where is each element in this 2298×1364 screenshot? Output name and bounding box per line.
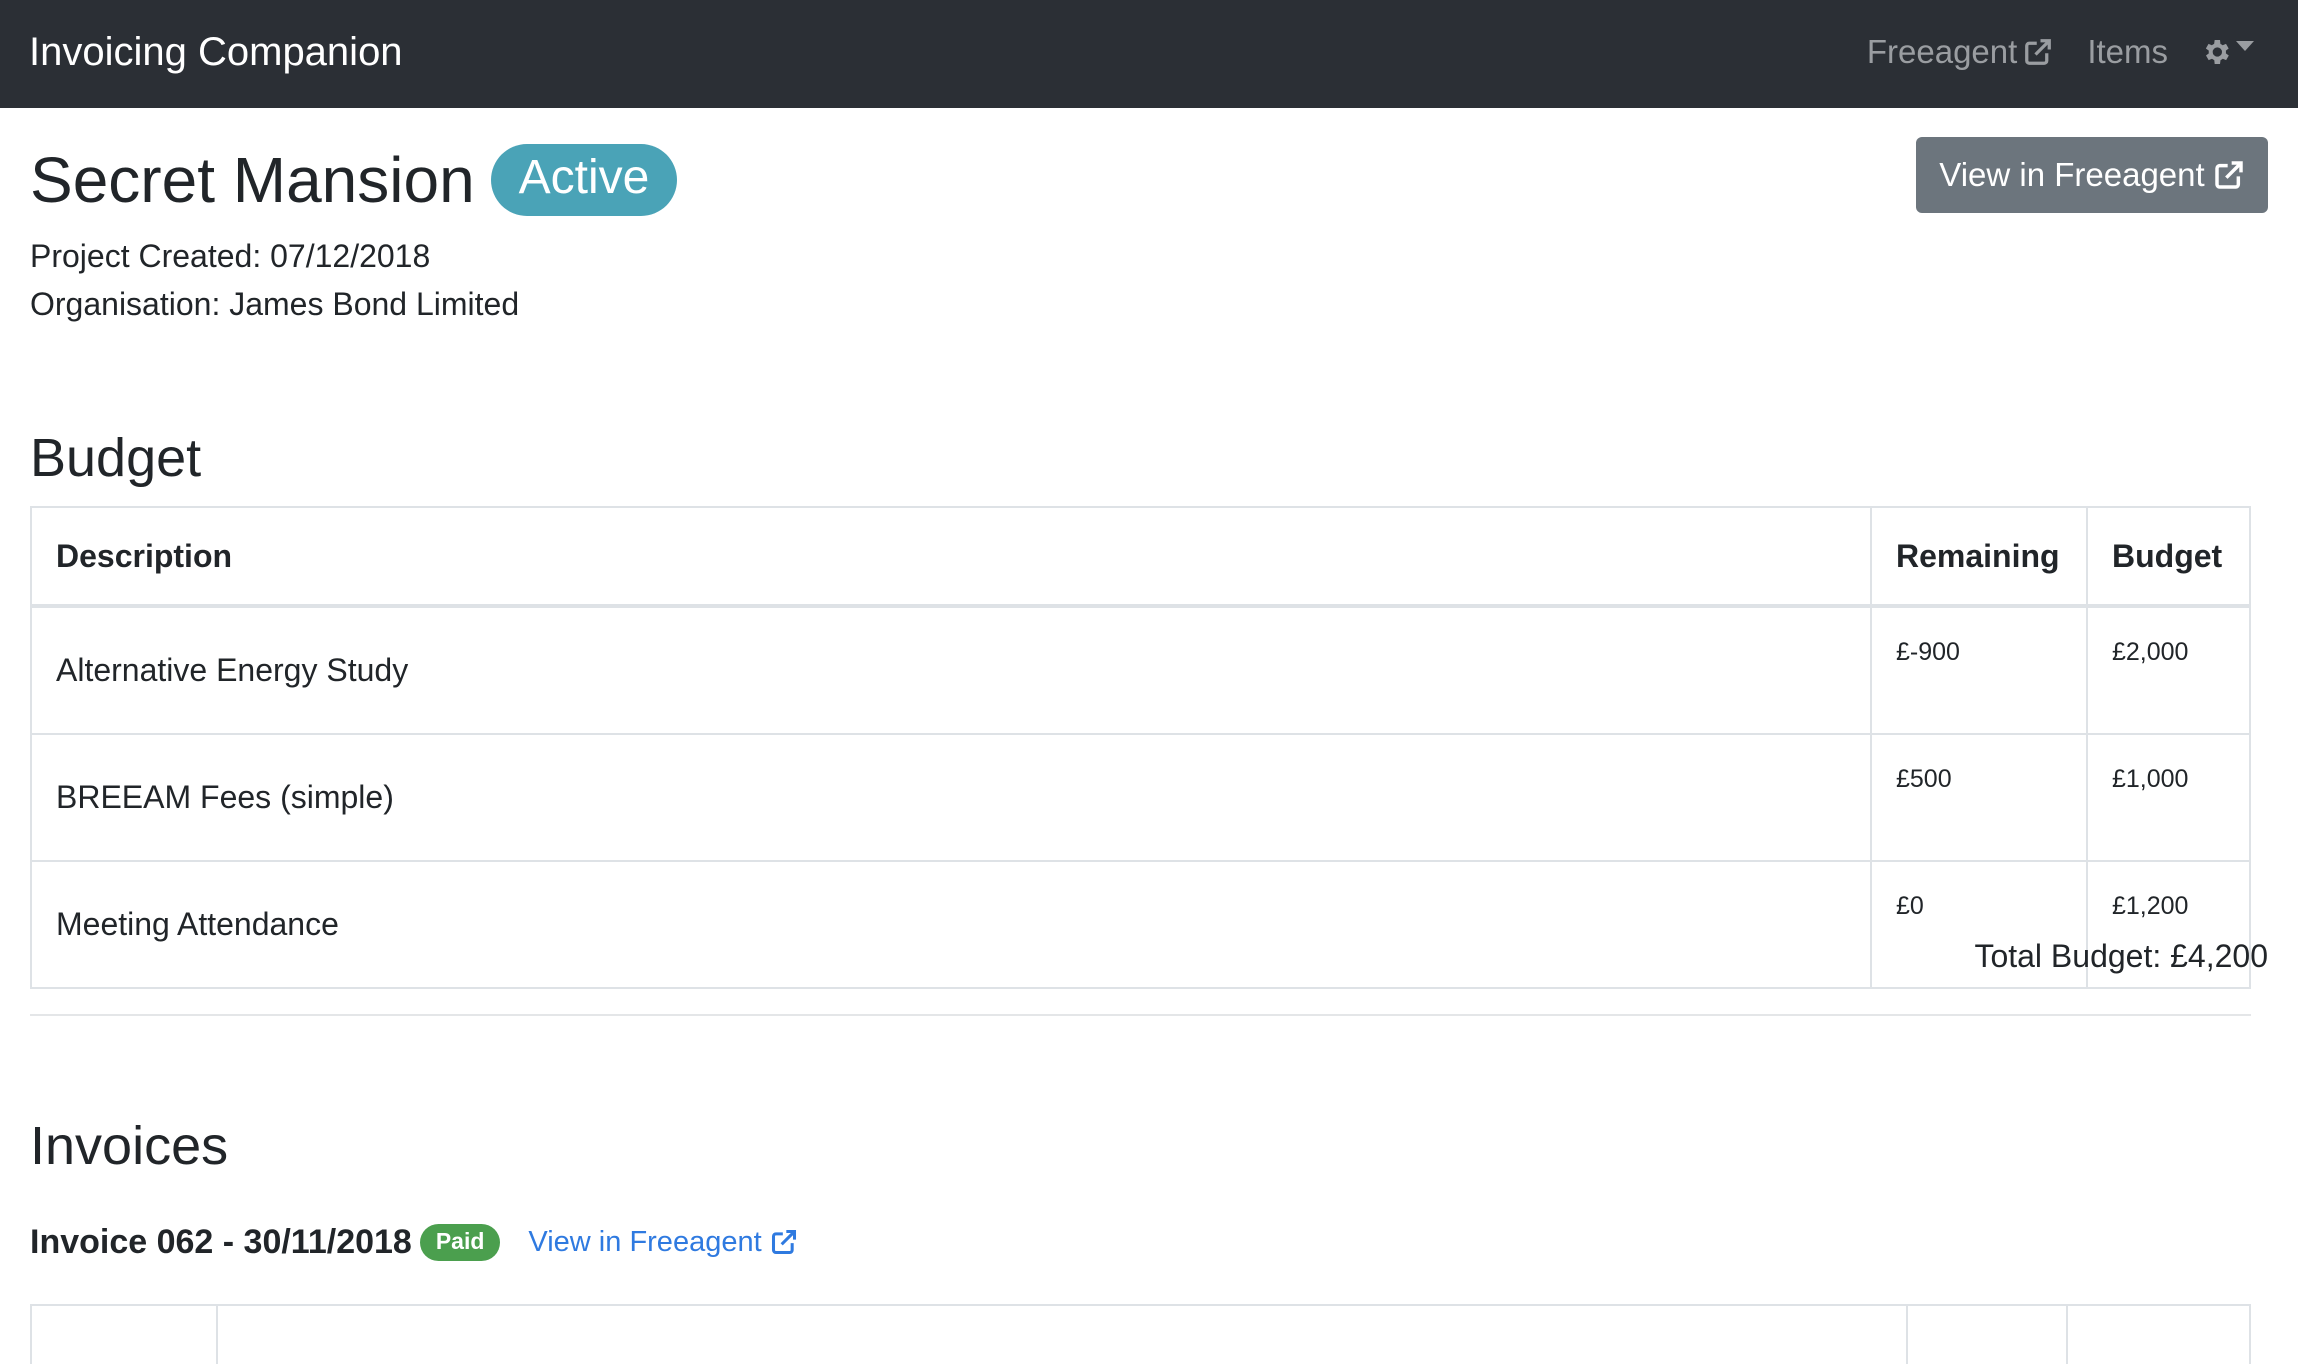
external-link-icon — [2025, 39, 2052, 65]
app-brand[interactable]: Invoicing Companion — [29, 26, 403, 78]
project-created: Project Created: 07/12/2018 — [30, 238, 431, 274]
budget-amount: £2,000 — [2086, 605, 2251, 735]
invoices-heading: Invoices — [30, 1116, 229, 1176]
budget-amount: £1,000 — [2086, 733, 2251, 862]
budget-remaining: £500 — [1870, 733, 2088, 862]
gear-icon — [2205, 40, 2229, 64]
view-in-freeagent-button[interactable]: View in Freeagent — [1916, 137, 2268, 213]
project-organisation: Organisation: James Bond Limited — [30, 286, 520, 322]
budget-remaining: £-900 — [1870, 605, 2088, 735]
nav-links: Freeagent Items — [1833, 26, 2254, 78]
budget-table: Description Remaining Budget Alternative… — [30, 506, 2251, 989]
invoice-title: Invoice 062 - 30/11/2018 — [30, 1222, 412, 1261]
total-budget: Total Budget: £4,200 — [1974, 938, 2268, 974]
paid-badge: Paid — [419, 1223, 501, 1261]
budget-description: BREEAM Fees (simple) — [30, 733, 1872, 862]
section-divider — [30, 1014, 2251, 1016]
invoice-table — [30, 1304, 2251, 1364]
table-column-divider — [2066, 1306, 2068, 1364]
status-badge: Active — [490, 144, 678, 216]
table-column-divider — [1906, 1306, 1908, 1364]
table-row: Meeting Attendance £0 £1,200 — [30, 860, 2251, 989]
nav-link-items[interactable]: Items — [2087, 33, 2168, 71]
external-link-icon — [2214, 161, 2243, 189]
project-header: Secret Mansion Active — [30, 140, 678, 220]
invoice-link-label: View in Freeagent — [528, 1225, 762, 1258]
page-title: Secret Mansion — [30, 144, 475, 216]
table-row: BREEAM Fees (simple) £500 £1,000 — [30, 733, 2251, 862]
nav-link-items-label: Items — [2087, 33, 2168, 70]
column-header-remaining: Remaining — [1870, 506, 2088, 608]
settings-dropdown[interactable] — [2200, 36, 2254, 68]
column-header-budget: Budget — [2086, 506, 2251, 608]
nav-link-freeagent-label: Freeagent — [1866, 33, 2018, 70]
nav-link-freeagent[interactable]: Freeagent — [1867, 33, 2053, 71]
invoice-header: Invoice 062 - 30/11/2018 Paid View in Fr… — [30, 1218, 798, 1266]
top-navbar: Invoicing Companion Freeagent Items — [0, 0, 2298, 108]
table-column-divider — [216, 1306, 218, 1364]
view-in-freeagent-button-label: View in Freeagent — [1939, 156, 2205, 193]
invoice-view-in-freeagent-link[interactable]: View in Freeagent — [528, 1226, 797, 1259]
column-header-description: Description — [30, 506, 1872, 608]
table-header-row: Description Remaining Budget — [30, 506, 2251, 608]
budget-heading: Budget — [30, 428, 202, 488]
external-link-icon — [771, 1229, 796, 1255]
table-row: Alternative Energy Study £-900 £2,000 — [30, 605, 2251, 735]
budget-description: Meeting Attendance — [30, 860, 1872, 989]
budget-description: Alternative Energy Study — [30, 605, 1872, 735]
chevron-down-icon — [2236, 41, 2254, 51]
